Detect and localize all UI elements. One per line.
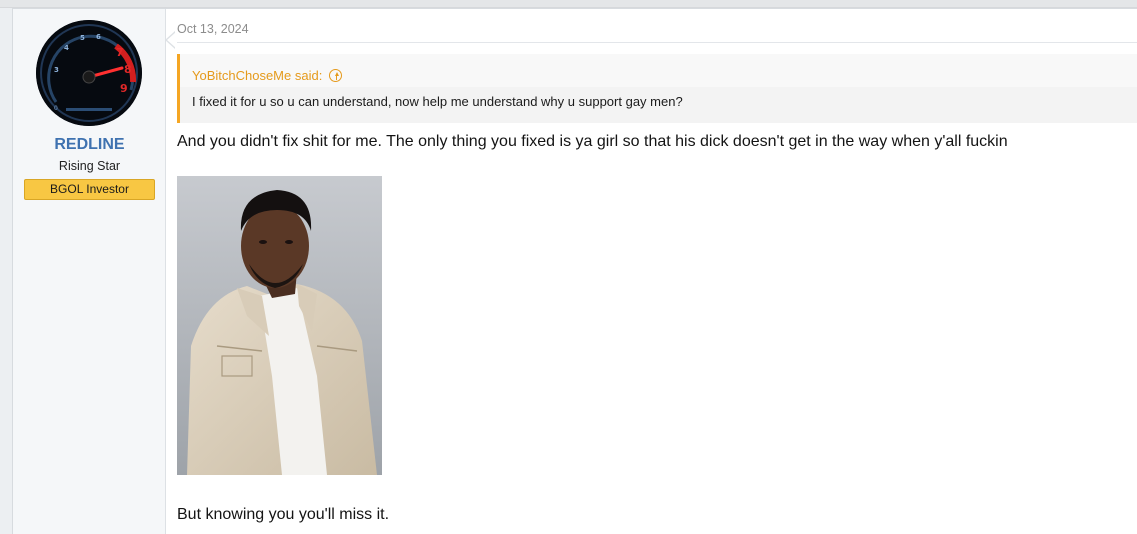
quote-text: I fixed it for u so u can understand, no… [180,87,1137,123]
top-bar [0,0,1137,8]
svg-text:6: 6 [96,33,101,41]
svg-text:9: 9 [120,82,128,95]
username[interactable]: REDLINE [13,136,166,154]
svg-text:0: 0 [54,105,58,112]
divider [177,42,1137,43]
quote-author[interactable]: YoBitchChoseMe said: [192,68,322,83]
user-title: Rising Star [58,159,121,173]
forum-post: 3 4 5 6 7 8 9 0 REDLINE Rising Star BGOL… [12,8,1137,534]
post-date[interactable]: Oct 13, 2024 [177,22,249,36]
svg-text:7: 7 [116,46,124,59]
post-main-cell: Oct 13, 2024 YoBitchChoseMe said: I fixe… [166,9,1137,534]
user-banner: BGOL Investor [24,179,155,200]
svg-text:3: 3 [54,66,59,74]
speedometer-icon: 3 4 5 6 7 8 9 0 [36,20,142,126]
svg-text:4: 4 [64,44,69,52]
post-body-text: And you didn't fix shit for me. The only… [177,133,1008,150]
quote-block: YoBitchChoseMe said: I fixed it for u so… [177,54,1137,123]
avatar[interactable]: 3 4 5 6 7 8 9 0 [36,20,142,126]
post-user-cell: 3 4 5 6 7 8 9 0 REDLINE Rising Star BGOL… [13,9,166,534]
man-in-jacket-photo-icon [177,176,382,475]
post-body-text-after: But knowing you you'll miss it. [177,506,390,523]
svg-text:8: 8 [124,63,132,76]
arrow-up-circle-icon[interactable] [329,69,343,82]
svg-text:5: 5 [80,34,85,42]
quote-header[interactable]: YoBitchChoseMe said: [180,54,1137,87]
post-image[interactable] [177,176,382,475]
